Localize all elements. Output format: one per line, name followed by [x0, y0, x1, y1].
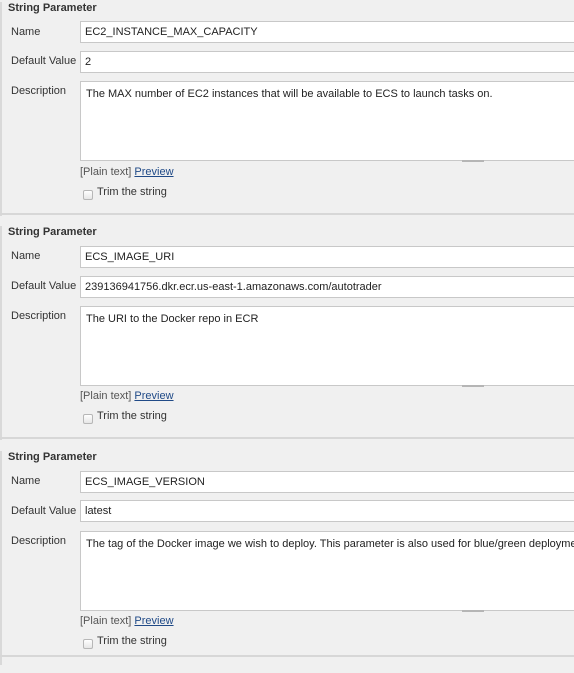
description-label: Description [11, 310, 67, 322]
trim-string-label[interactable]: Trim the string [97, 410, 167, 422]
default-value-input[interactable]: latest [80, 500, 574, 522]
description-format-hint: [Plain text] Preview [80, 166, 174, 178]
plain-text-label: [Plain text] [80, 615, 132, 627]
section-title: String Parameter [8, 451, 97, 463]
section-left-edge [0, 226, 2, 440]
default-value-label: Default Value [11, 55, 77, 67]
plain-text-label: [Plain text] [80, 166, 132, 178]
trim-string-checkbox[interactable] [83, 190, 93, 200]
plain-text-label: [Plain text] [80, 390, 132, 402]
section-left-edge [0, 2, 2, 216]
trim-string-label[interactable]: Trim the string [97, 635, 167, 647]
default-value-label: Default Value [11, 505, 77, 517]
section-title: String Parameter [8, 226, 97, 238]
default-value-label: Default Value [11, 280, 77, 292]
name-input[interactable]: EC2_INSTANCE_MAX_CAPACITY [80, 21, 574, 43]
trim-string-checkbox[interactable] [83, 639, 93, 649]
name-label: Name [11, 250, 41, 262]
section-divider [0, 213, 574, 215]
preview-link[interactable]: Preview [134, 615, 173, 627]
trim-string-checkbox[interactable] [83, 414, 93, 424]
description-format-hint: [Plain text] Preview [80, 390, 174, 402]
string-parameter-section: String Parameter Name EC2_INSTANCE_MAX_C… [0, 0, 574, 224]
description-textarea[interactable]: The URI to the Docker repo in ECR [80, 306, 574, 386]
string-parameter-section: String Parameter Name ECS_IMAGE_URI Defa… [0, 224, 574, 448]
description-format-hint: [Plain text] Preview [80, 615, 174, 627]
description-label: Description [11, 535, 67, 547]
string-parameter-section: String Parameter Name ECS_IMAGE_VERSION … [0, 449, 574, 673]
trim-string-label[interactable]: Trim the string [97, 186, 167, 198]
section-divider [0, 437, 574, 439]
textarea-resize-handle[interactable] [462, 610, 484, 612]
textarea-resize-handle[interactable] [462, 160, 484, 162]
preview-link[interactable]: Preview [134, 166, 173, 178]
preview-link[interactable]: Preview [134, 390, 173, 402]
default-value-input[interactable]: 239136941756.dkr.ecr.us-east-1.amazonaws… [80, 276, 574, 298]
default-value-input[interactable]: 2 [80, 51, 574, 73]
description-textarea[interactable]: The tag of the Docker image we wish to d… [80, 531, 574, 611]
textarea-resize-handle[interactable] [462, 385, 484, 387]
description-label: Description [11, 85, 67, 97]
section-title: String Parameter [8, 2, 97, 14]
name-label: Name [11, 26, 41, 38]
description-textarea[interactable]: The MAX number of EC2 instances that wil… [80, 81, 574, 161]
name-label: Name [11, 475, 41, 487]
name-input[interactable]: ECS_IMAGE_VERSION [80, 471, 574, 493]
section-left-edge [0, 451, 2, 665]
name-input[interactable]: ECS_IMAGE_URI [80, 246, 574, 268]
